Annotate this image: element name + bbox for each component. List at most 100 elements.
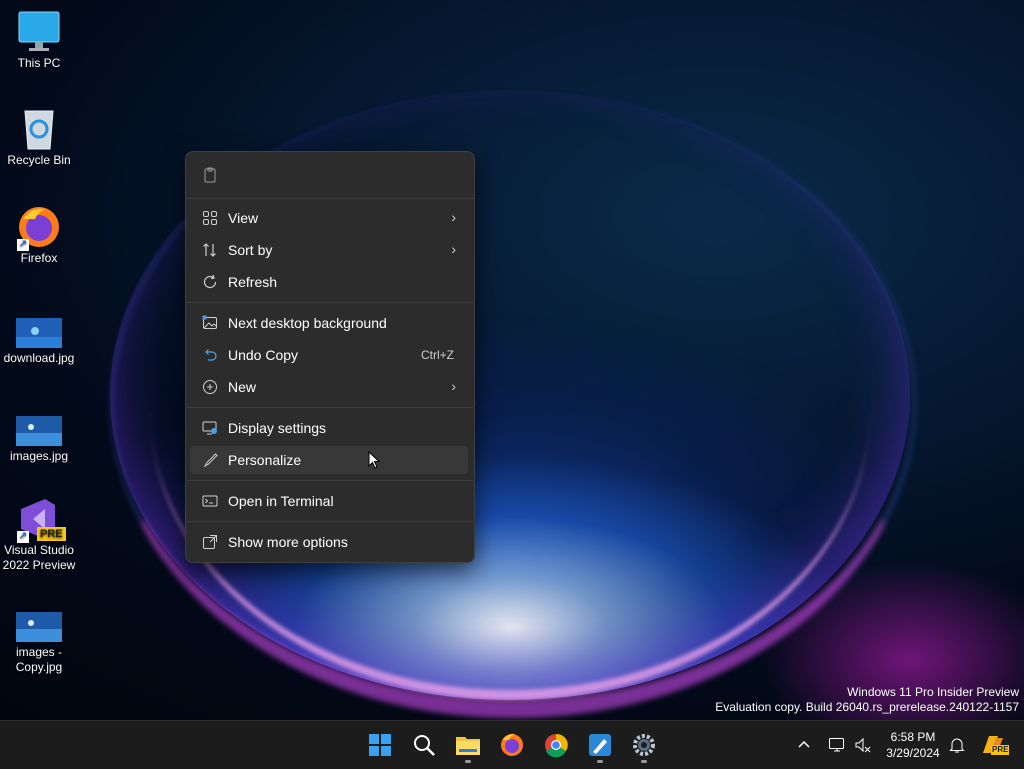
- bell-icon: [949, 738, 965, 753]
- clock-date: 3/29/2024: [886, 746, 940, 760]
- recycle-bin-icon: [15, 107, 63, 151]
- image-thumbnail-icon: [15, 411, 63, 447]
- menu-separator: [187, 480, 473, 481]
- menu-item-label: Sort by: [228, 242, 273, 258]
- menu-item-label: Next desktop background: [228, 315, 387, 331]
- menu-item-refresh[interactable]: Refresh: [190, 268, 468, 296]
- start-icon: [369, 734, 391, 756]
- menu-item-label: Personalize: [228, 452, 302, 468]
- show-hidden-icons-button[interactable]: [796, 737, 812, 753]
- menu-item-sort-by[interactable]: Sort by ›: [190, 236, 468, 264]
- notifications-button[interactable]: [948, 736, 966, 754]
- desktop-icon-label: images.jpg: [9, 449, 69, 463]
- taskbar: 6:58 PM 3/29/2024 PRE: [0, 720, 1024, 769]
- taskbar-settings[interactable]: [626, 727, 662, 763]
- start-button[interactable]: [362, 727, 398, 763]
- menu-item-label: Refresh: [228, 274, 278, 290]
- desktop-icon-label: Visual Studio 2022 Preview: [2, 543, 76, 572]
- pre-badge: PRE: [37, 527, 66, 541]
- desktop-icon-images-copy-jpg[interactable]: images - Copy.jpg: [0, 607, 78, 675]
- menu-item-label: Show more options: [228, 534, 348, 550]
- clock-time: 6:58 PM: [890, 730, 936, 744]
- brush-icon: [202, 452, 218, 468]
- pre-badge: PRE: [991, 745, 1010, 755]
- chevron-right-icon: ›: [451, 241, 456, 257]
- desktop-icon-label: download.jpg: [3, 351, 75, 365]
- desktop-icon-images-jpg[interactable]: images.jpg: [0, 411, 78, 464]
- taskbar-firefox[interactable]: [494, 727, 530, 763]
- running-indicator: [597, 760, 603, 763]
- grid-icon: [202, 210, 218, 226]
- settings-icon: [633, 734, 655, 756]
- taskbar-file-explorer[interactable]: [450, 727, 486, 763]
- volume-button[interactable]: [854, 736, 872, 754]
- menu-item-label: View: [228, 210, 259, 226]
- menu-separator: [187, 521, 473, 522]
- chrome-icon: [545, 733, 568, 758]
- menu-separator: [187, 302, 473, 303]
- shortcut-arrow-icon: ↗: [17, 531, 29, 543]
- undo-icon: [202, 347, 218, 363]
- menu-item-show-more-options[interactable]: Show more options: [190, 528, 468, 556]
- menu-item-open-in-terminal[interactable]: Open in Terminal: [190, 487, 468, 515]
- network-status-button[interactable]: [828, 736, 846, 754]
- menu-item-label: Open in Terminal: [228, 493, 334, 509]
- evaluation-watermark: Windows 11 Pro Insider Preview Evaluatio…: [715, 685, 1019, 715]
- desktop-icon-firefox[interactable]: ↗ Firefox: [0, 205, 78, 266]
- desktop-icon-label: images - Copy.jpg: [15, 645, 63, 674]
- chevron-right-icon: ›: [451, 378, 456, 394]
- desktop-icon-visual-studio[interactable]: PRE ↗ Visual Studio 2022 Preview: [0, 497, 78, 573]
- desktop-wallpaper: [0, 0, 1024, 720]
- copilot-button[interactable]: PRE: [980, 733, 1010, 757]
- menu-item-next-desktop-background[interactable]: Next desktop background: [190, 309, 468, 337]
- file-explorer-icon: [456, 737, 480, 755]
- taskbar-paint[interactable]: [582, 727, 618, 763]
- search-icon: [414, 735, 435, 756]
- menu-item-label: Undo Copy: [228, 347, 299, 363]
- desktop-icon-label: Firefox: [20, 251, 58, 265]
- paint-icon: [589, 734, 611, 756]
- image-icon: [202, 315, 218, 331]
- visual-studio-icon: PRE ↗: [15, 497, 66, 543]
- firefox-icon: ↗: [15, 205, 63, 251]
- desktop-icon-label: Recycle Bin: [7, 153, 71, 167]
- taskbar-chrome[interactable]: [538, 727, 574, 763]
- running-indicator: [465, 760, 471, 763]
- chevron-right-icon: ›: [451, 209, 456, 225]
- monitor-gear-icon: [202, 420, 218, 436]
- monitor-icon: [15, 10, 63, 54]
- menu-item-display-settings[interactable]: Display settings: [190, 414, 468, 442]
- watermark-line-1: Windows 11 Pro Insider Preview: [847, 685, 1019, 699]
- sort-icon: [202, 242, 218, 258]
- network-wired-icon: [829, 738, 844, 752]
- chevron-up-icon: [798, 740, 810, 748]
- image-thumbnail-icon: [15, 313, 63, 349]
- shortcut-arrow-icon: ↗: [17, 239, 29, 251]
- menu-item-view[interactable]: View ›: [190, 204, 468, 232]
- desktop-icon-this-pc[interactable]: This PC: [0, 10, 78, 71]
- desktop-context-menu: View › Sort by › Refresh Next desktop ba…: [185, 151, 475, 563]
- menu-item-personalize[interactable]: Personalize: [190, 446, 468, 474]
- paste-icon[interactable]: [202, 167, 218, 183]
- menu-item-undo-copy[interactable]: Undo Copy Ctrl+Z: [190, 341, 468, 369]
- menu-separator: [187, 407, 473, 408]
- refresh-icon: [202, 274, 218, 290]
- menu-item-new[interactable]: New ›: [190, 373, 468, 401]
- plus-circle-icon: [202, 379, 218, 395]
- desktop-icon-recycle-bin[interactable]: Recycle Bin: [0, 107, 78, 168]
- desktop-icon-label: This PC: [17, 56, 61, 70]
- menu-item-label: New: [228, 379, 257, 395]
- desktop-icon-download-jpg[interactable]: download.jpg: [0, 313, 78, 366]
- volume-muted-icon: [855, 737, 871, 753]
- expand-icon: [202, 534, 218, 550]
- menu-quick-actions: [186, 152, 474, 199]
- running-indicator: [641, 760, 647, 763]
- terminal-icon: [202, 493, 218, 509]
- taskbar-search-button[interactable]: [406, 727, 442, 763]
- taskbar-clock[interactable]: 6:58 PM 3/29/2024: [880, 729, 946, 761]
- image-thumbnail-icon: [15, 607, 63, 643]
- firefox-icon: [501, 733, 523, 756]
- menu-item-label: Display settings: [228, 420, 327, 436]
- watermark-line-2: Evaluation copy. Build 26040.rs_prerelea…: [715, 700, 1019, 714]
- shortcut-hint: Ctrl+Z: [421, 348, 454, 362]
